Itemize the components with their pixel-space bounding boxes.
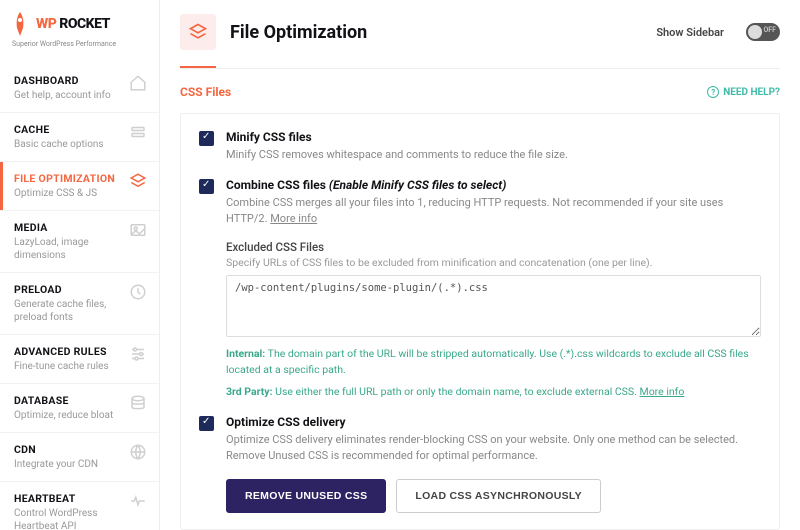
nav-title: MEDIA bbox=[14, 221, 123, 234]
nav-title: DASHBOARD bbox=[14, 74, 123, 87]
minify-css-title: Minify CSS files bbox=[226, 130, 761, 144]
excluded-css-desc: Specify URLs of CSS files to be excluded… bbox=[226, 256, 761, 269]
nav-title: ADVANCED RULES bbox=[14, 345, 123, 358]
nav-title: FILE OPTIMIZATION bbox=[14, 172, 123, 185]
clock-icon bbox=[129, 283, 147, 301]
sidebar-item-file-optimization[interactable]: FILE OPTIMIZATION Optimize CSS & JS bbox=[0, 162, 159, 211]
image-icon bbox=[129, 221, 147, 239]
css-panel: Minify CSS files Minify CSS removes whit… bbox=[180, 113, 780, 530]
nav-sub: Generate cache files, preload fonts bbox=[14, 298, 123, 324]
show-sidebar-label: Show Sidebar bbox=[656, 26, 724, 39]
nav-sub: Optimize, reduce bloat bbox=[14, 409, 123, 422]
layers-icon bbox=[188, 22, 208, 42]
toggle-state: OFF bbox=[763, 26, 776, 34]
home-icon bbox=[129, 74, 147, 92]
optimize-css-checkbox[interactable] bbox=[199, 416, 214, 431]
3rd-party-more-info-link[interactable]: More info bbox=[640, 385, 685, 398]
page-header: File Optimization Show Sidebar OFF bbox=[160, 0, 800, 50]
sidebar-item-cache[interactable]: CACHE Basic cache options bbox=[0, 113, 159, 162]
content: CSS Files ? NEED HELP? Minify CSS files M… bbox=[160, 69, 800, 530]
logo-rocket: ROCKET bbox=[59, 16, 110, 32]
nav-sub: Optimize CSS & JS bbox=[14, 187, 123, 200]
logo-tagline: Superior WordPress Performance bbox=[12, 40, 147, 48]
load-css-async-button[interactable]: LOAD CSS ASYNCHRONOUSLY bbox=[396, 479, 601, 513]
nav-sub: Integrate your CDN bbox=[14, 458, 123, 471]
tab-bar bbox=[180, 60, 780, 69]
nav-title: CACHE bbox=[14, 123, 123, 136]
nav-title: DATABASE bbox=[14, 394, 123, 407]
nav-sub: Fine-tune cache rules bbox=[14, 360, 123, 373]
minify-css-checkbox[interactable] bbox=[199, 131, 214, 146]
nav-sub: LazyLoad, image dimensions bbox=[14, 236, 123, 262]
nav-sub: Get help, account info bbox=[14, 89, 123, 102]
sidebar-item-advanced-rules[interactable]: ADVANCED RULES Fine-tune cache rules bbox=[0, 335, 159, 384]
combine-css-desc: Combine CSS merges all your files into 1… bbox=[226, 195, 761, 226]
section-title: CSS Files bbox=[180, 85, 231, 99]
heartbeat-icon bbox=[129, 492, 147, 510]
sidebar-item-media[interactable]: MEDIA LazyLoad, image dimensions bbox=[0, 211, 159, 273]
sidebar-item-dashboard[interactable]: DASHBOARD Get help, account info bbox=[0, 64, 159, 113]
rocket-icon bbox=[12, 10, 28, 38]
sliders-icon bbox=[129, 345, 147, 363]
minify-css-desc: Minify CSS removes whitespace and commen… bbox=[226, 147, 761, 162]
optimize-css-desc: Optimize CSS delivery eliminates render-… bbox=[226, 432, 761, 463]
combine-css-checkbox[interactable] bbox=[199, 179, 214, 194]
sidebar-item-heartbeat[interactable]: HEARTBEAT Control WordPress Heartbeat API bbox=[0, 482, 159, 530]
show-sidebar-toggle[interactable]: OFF bbox=[746, 23, 780, 41]
page-title: File Optimization bbox=[230, 22, 642, 43]
nav-title: PRELOAD bbox=[14, 283, 123, 296]
nav-sub: Control WordPress Heartbeat API bbox=[14, 507, 123, 530]
note-3rd-party: 3rd Party: Use either the full URL path … bbox=[226, 384, 761, 400]
header-icon bbox=[180, 14, 216, 50]
excluded-css-textarea[interactable]: /wp-content/plugins/some-plugin/(.*).css bbox=[226, 275, 761, 337]
nav: DASHBOARD Get help, account info CACHE Bas… bbox=[0, 64, 159, 530]
cache-icon bbox=[129, 123, 147, 141]
database-icon bbox=[129, 394, 147, 412]
optimize-css-title: Optimize CSS delivery bbox=[226, 415, 761, 429]
need-help-link[interactable]: ? NEED HELP? bbox=[707, 86, 780, 98]
sidebar-item-preload[interactable]: PRELOAD Generate cache files, preload fon… bbox=[0, 273, 159, 335]
main: File Optimization Show Sidebar OFF CSS F… bbox=[160, 0, 800, 530]
sidebar-item-database[interactable]: DATABASE Optimize, reduce bloat bbox=[0, 384, 159, 433]
combine-more-info-link[interactable]: More info bbox=[270, 212, 317, 225]
nav-sub: Basic cache options bbox=[14, 138, 123, 151]
logo-wp: WP bbox=[36, 16, 56, 32]
tab-indicator bbox=[180, 66, 216, 68]
layers-icon bbox=[129, 172, 147, 190]
excluded-css-label: Excluded CSS Files bbox=[226, 240, 761, 254]
combine-css-title: Combine CSS files (Enable Minify CSS fil… bbox=[226, 178, 761, 192]
nav-title: HEARTBEAT bbox=[14, 492, 123, 505]
note-internal: Internal: The domain part of the URL wil… bbox=[226, 346, 761, 378]
globe-icon bbox=[129, 443, 147, 461]
sidebar-item-cdn[interactable]: CDN Integrate your CDN bbox=[0, 433, 159, 482]
sidebar: WP ROCKET Superior WordPress Performance… bbox=[0, 0, 160, 530]
logo: WP ROCKET Superior WordPress Performance bbox=[0, 0, 159, 64]
nav-title: CDN bbox=[14, 443, 123, 456]
remove-unused-css-button[interactable]: REMOVE UNUSED CSS bbox=[226, 479, 386, 513]
help-icon: ? bbox=[707, 86, 719, 98]
need-help-label: NEED HELP? bbox=[723, 87, 780, 98]
